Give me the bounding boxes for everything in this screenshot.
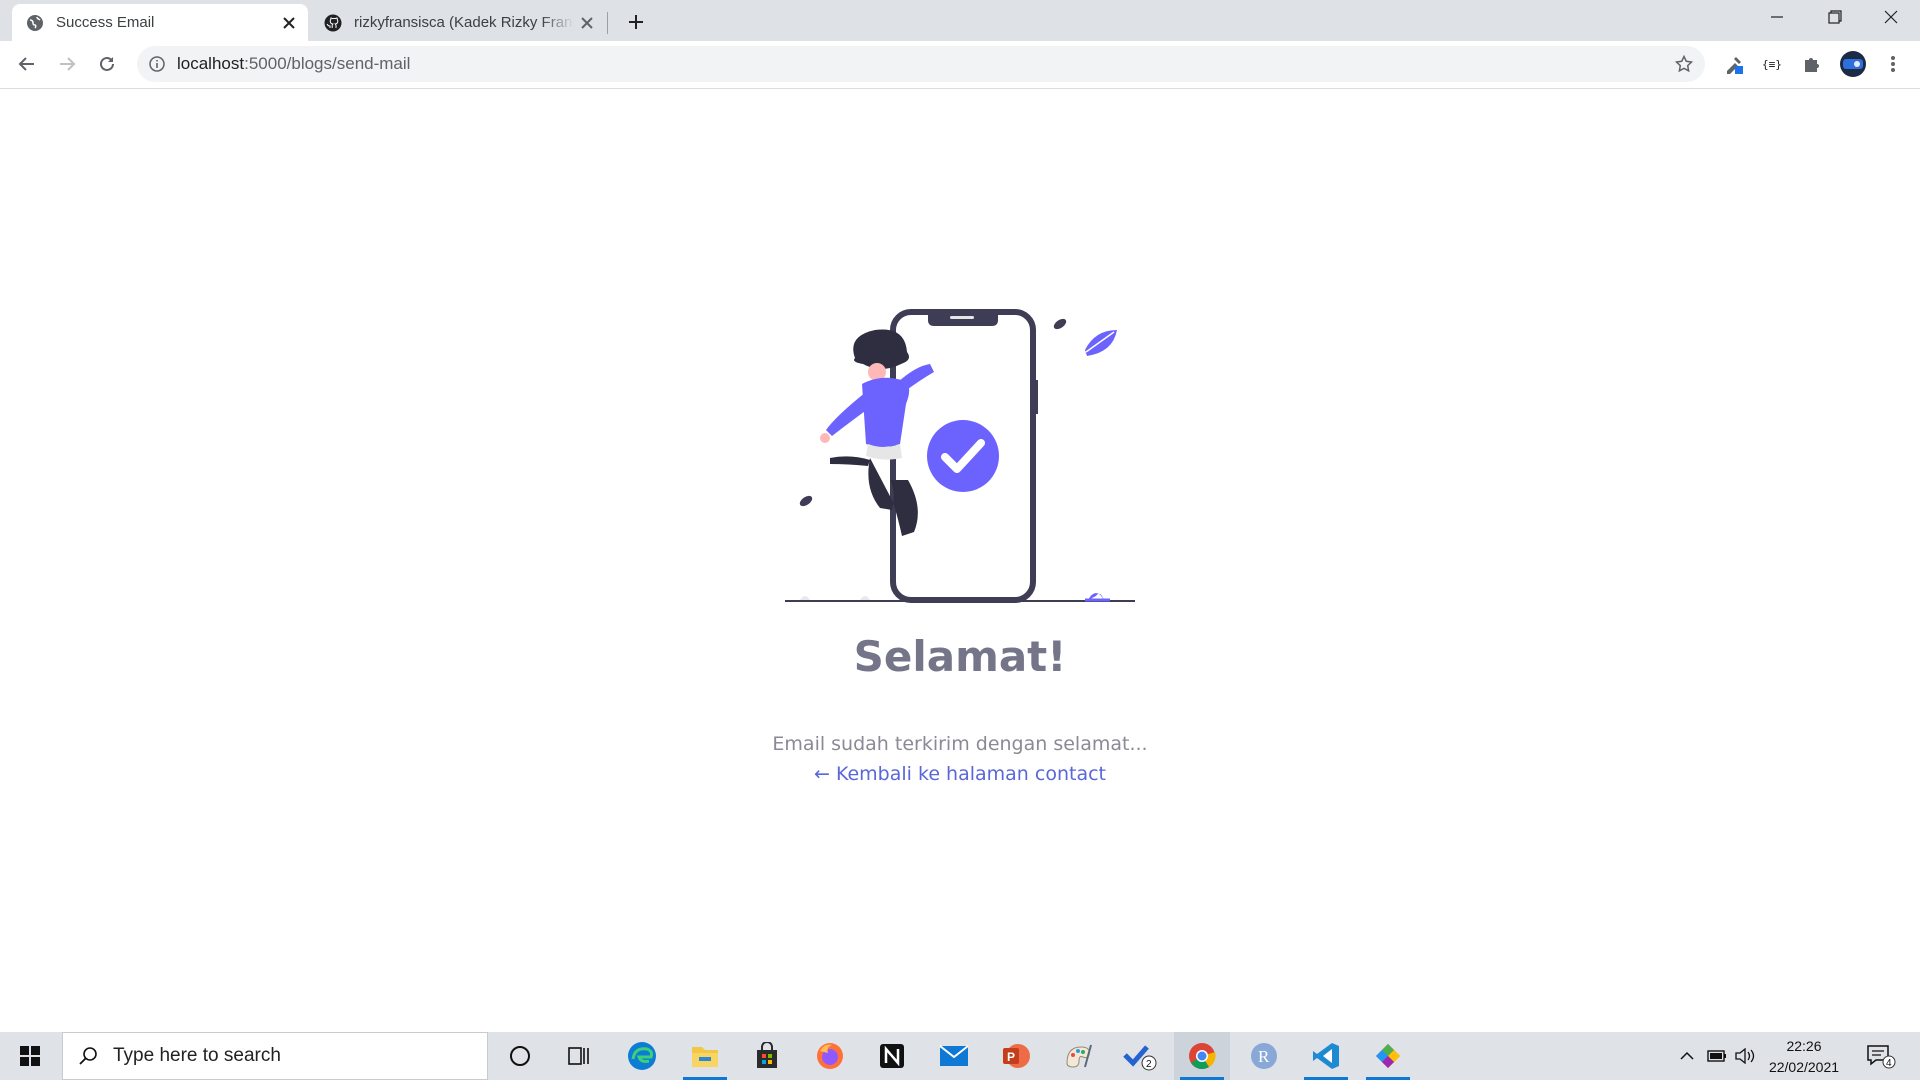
svg-text:R: R (1258, 1047, 1270, 1066)
tab-success-email[interactable]: Success Email (12, 4, 308, 41)
tab-title: Success Email (56, 14, 155, 31)
tab-title: rizkyfransisca (Kadek Rizky Fransisca) (354, 14, 574, 31)
task-view-icon[interactable] (551, 1032, 607, 1080)
clock-date: 22/02/2021 (1768, 1059, 1840, 1075)
url-text[interactable]: localhost:5000/blogs/send-mail (177, 54, 410, 74)
new-tab-button[interactable] (622, 8, 650, 36)
github-icon (324, 14, 342, 32)
chrome-icon[interactable] (1174, 1032, 1230, 1080)
start-button[interactable] (2, 1032, 58, 1080)
taskbar-clock[interactable]: 22:26 22/02/2021 (1760, 1036, 1848, 1078)
notification-center-icon[interactable]: 4 (1862, 1032, 1900, 1080)
extension-json-icon[interactable]: {≡} (1756, 47, 1790, 81)
url-path: :5000/blogs/send-mail (244, 54, 411, 73)
success-message: Email sudah terkirim dengan selamat... (772, 733, 1148, 755)
profile-avatar[interactable] (1836, 47, 1870, 81)
git-icon[interactable] (1360, 1032, 1416, 1080)
svg-text:P: P (1007, 1050, 1015, 1064)
success-illustration (780, 300, 1140, 610)
restore-icon (1828, 10, 1842, 24)
battery-icon[interactable] (1704, 1032, 1730, 1080)
menu-kebab-icon[interactable] (1876, 47, 1910, 81)
todo-icon[interactable]: 2 (1112, 1032, 1168, 1080)
taskbar-search[interactable]: Type here to search (62, 1032, 488, 1080)
store-icon[interactable] (739, 1032, 795, 1080)
search-placeholder: Type here to search (113, 1045, 281, 1066)
notion-icon[interactable] (864, 1032, 920, 1080)
url-host: localhost (177, 54, 245, 73)
minimize-button[interactable] (1748, 0, 1806, 34)
volume-icon[interactable] (1732, 1032, 1758, 1080)
globe-icon (26, 14, 44, 32)
clock-time: 22:26 (1786, 1038, 1822, 1054)
leaf-icon (1085, 330, 1117, 356)
tab-github[interactable]: rizkyfransisca (Kadek Rizky Fransisca) (310, 4, 606, 41)
bookmark-star-icon[interactable] (1671, 51, 1697, 77)
reload-button[interactable] (90, 47, 124, 81)
info-icon[interactable] (147, 54, 167, 74)
plus-icon (629, 15, 643, 29)
tab-strip: Success Email rizkyfransisca (Kadek Rizk… (0, 0, 1920, 41)
restore-button[interactable] (1806, 0, 1864, 34)
close-tab-icon[interactable] (574, 10, 600, 36)
arrow-left-icon (18, 57, 34, 71)
address-bar[interactable]: localhost:5000/blogs/send-mail (137, 46, 1705, 82)
arrow-right-icon (60, 57, 76, 71)
search-icon (77, 1045, 99, 1067)
forward-button[interactable] (50, 47, 84, 81)
show-hidden-icons-chevron-icon[interactable] (1672, 1032, 1702, 1080)
windows-taskbar: Type here to search P 2 R 22:26 22/02/20… (0, 1032, 1920, 1080)
browser-toolbar: localhost:5000/blogs/send-mail {≡} (0, 41, 1920, 89)
cortana-icon[interactable] (492, 1032, 548, 1080)
close-tab-icon[interactable] (276, 10, 302, 36)
tab-separator (607, 12, 608, 34)
r-icon[interactable]: R (1236, 1032, 1292, 1080)
extensions-puzzle-icon[interactable] (1795, 47, 1829, 81)
windows-logo-icon (20, 1046, 40, 1066)
mail-icon[interactable] (926, 1032, 982, 1080)
close-icon (1884, 10, 1898, 24)
page-title: Selamat! (853, 632, 1067, 681)
back-button[interactable] (10, 47, 44, 81)
svg-text:{≡}: {≡} (1762, 58, 1782, 71)
minimize-icon (1771, 16, 1783, 18)
powerpoint-icon[interactable]: P (988, 1032, 1044, 1080)
edge-icon[interactable] (614, 1032, 670, 1080)
extension-eyedropper-icon[interactable] (1717, 47, 1751, 81)
paint-icon[interactable] (1050, 1032, 1106, 1080)
close-window-button[interactable] (1862, 0, 1920, 34)
vscode-icon[interactable] (1298, 1032, 1354, 1080)
reload-icon (100, 56, 114, 71)
firefox-icon[interactable] (802, 1032, 858, 1080)
back-to-contact-link[interactable]: ← Kembali ke halaman contact (0, 763, 1920, 785)
file-explorer-icon[interactable] (677, 1032, 733, 1080)
notification-badge: 4 (1886, 1058, 1892, 1069)
check-circle-icon (927, 420, 999, 492)
todo-badge: 2 (1146, 1059, 1152, 1070)
